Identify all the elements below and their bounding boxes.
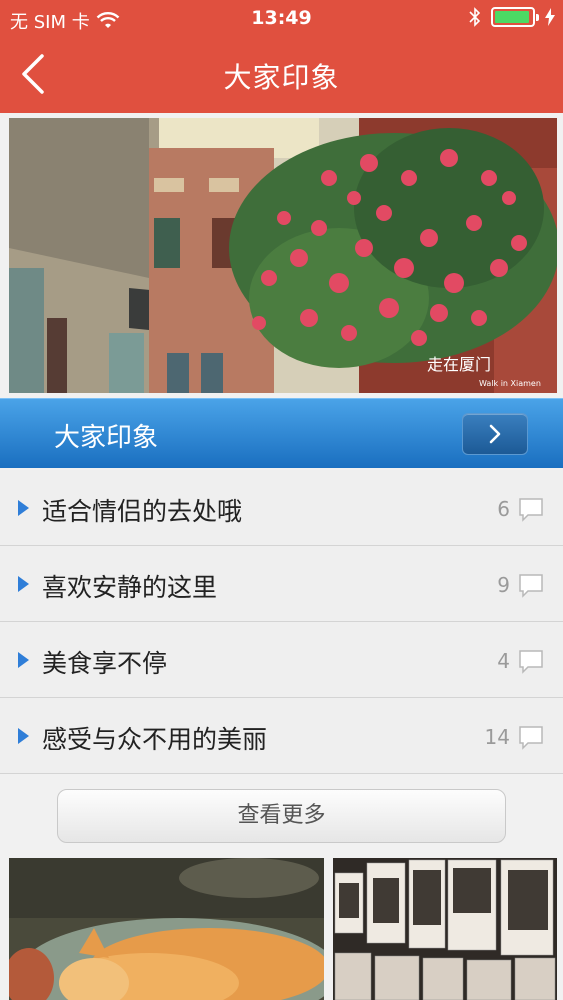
hero-caption: 走在厦门 xyxy=(427,355,491,374)
photo-thumbnail-cat[interactable] xyxy=(9,858,324,1000)
hero-image[interactable]: 走在厦门 Walk in Xiamen xyxy=(9,118,557,393)
comment-icon xyxy=(519,650,543,674)
triangle-bullet-icon xyxy=(18,576,29,592)
battery-icon xyxy=(491,7,539,27)
comment-icon xyxy=(519,726,543,750)
section-title: 大家印象 xyxy=(54,423,159,453)
section-header[interactable]: 大家印象 xyxy=(0,398,563,468)
hero-illustration: 走在厦门 Walk in Xiamen xyxy=(9,118,557,393)
topic-label: 感受与众不用的美丽 xyxy=(42,725,268,754)
comment-count: 14 xyxy=(484,725,510,749)
topic-label: 适合情侣的去处哦 xyxy=(42,497,243,526)
triangle-bullet-icon xyxy=(18,728,29,744)
triangle-bullet-icon xyxy=(18,652,29,668)
view-more-button[interactable]: 查看更多 xyxy=(57,789,506,843)
charging-icon xyxy=(545,8,555,26)
chevron-right-icon xyxy=(489,424,501,444)
comment-icon xyxy=(519,498,543,522)
postcards-illustration xyxy=(333,858,557,1000)
page-title: 大家印象 xyxy=(223,61,340,94)
cat-illustration xyxy=(9,858,324,1000)
comment-count: 6 xyxy=(497,497,510,521)
status-bar: 无 SIM 卡 13:49 xyxy=(0,0,563,38)
topic-label: 喜欢安静的这里 xyxy=(42,573,218,602)
topic-list: 适合情侣的去处哦 6 喜欢安静的这里 9 美食享不停 4 感受与众不用的美丽 1… xyxy=(0,470,563,774)
nav-bar: 大家印象 xyxy=(0,38,563,113)
triangle-bullet-icon xyxy=(18,500,29,516)
topic-label: 美食享不停 xyxy=(42,649,168,678)
section-more-button[interactable] xyxy=(462,413,528,455)
list-item[interactable]: 喜欢安静的这里 9 xyxy=(0,546,563,622)
top-bar: 无 SIM 卡 13:49 大家印象 xyxy=(0,0,563,113)
comment-icon xyxy=(519,574,543,598)
list-item[interactable]: 适合情侣的去处哦 6 xyxy=(0,470,563,546)
photo-thumbnail-postcards[interactable] xyxy=(333,858,557,1000)
bluetooth-icon xyxy=(469,7,481,27)
comment-count: 4 xyxy=(497,649,510,673)
comment-count: 9 xyxy=(497,573,510,597)
list-item[interactable]: 感受与众不用的美丽 14 xyxy=(0,698,563,774)
hero-caption-sub: Walk in Xiamen xyxy=(479,379,541,388)
status-right xyxy=(469,7,555,27)
list-item[interactable]: 美食享不停 4 xyxy=(0,622,563,698)
